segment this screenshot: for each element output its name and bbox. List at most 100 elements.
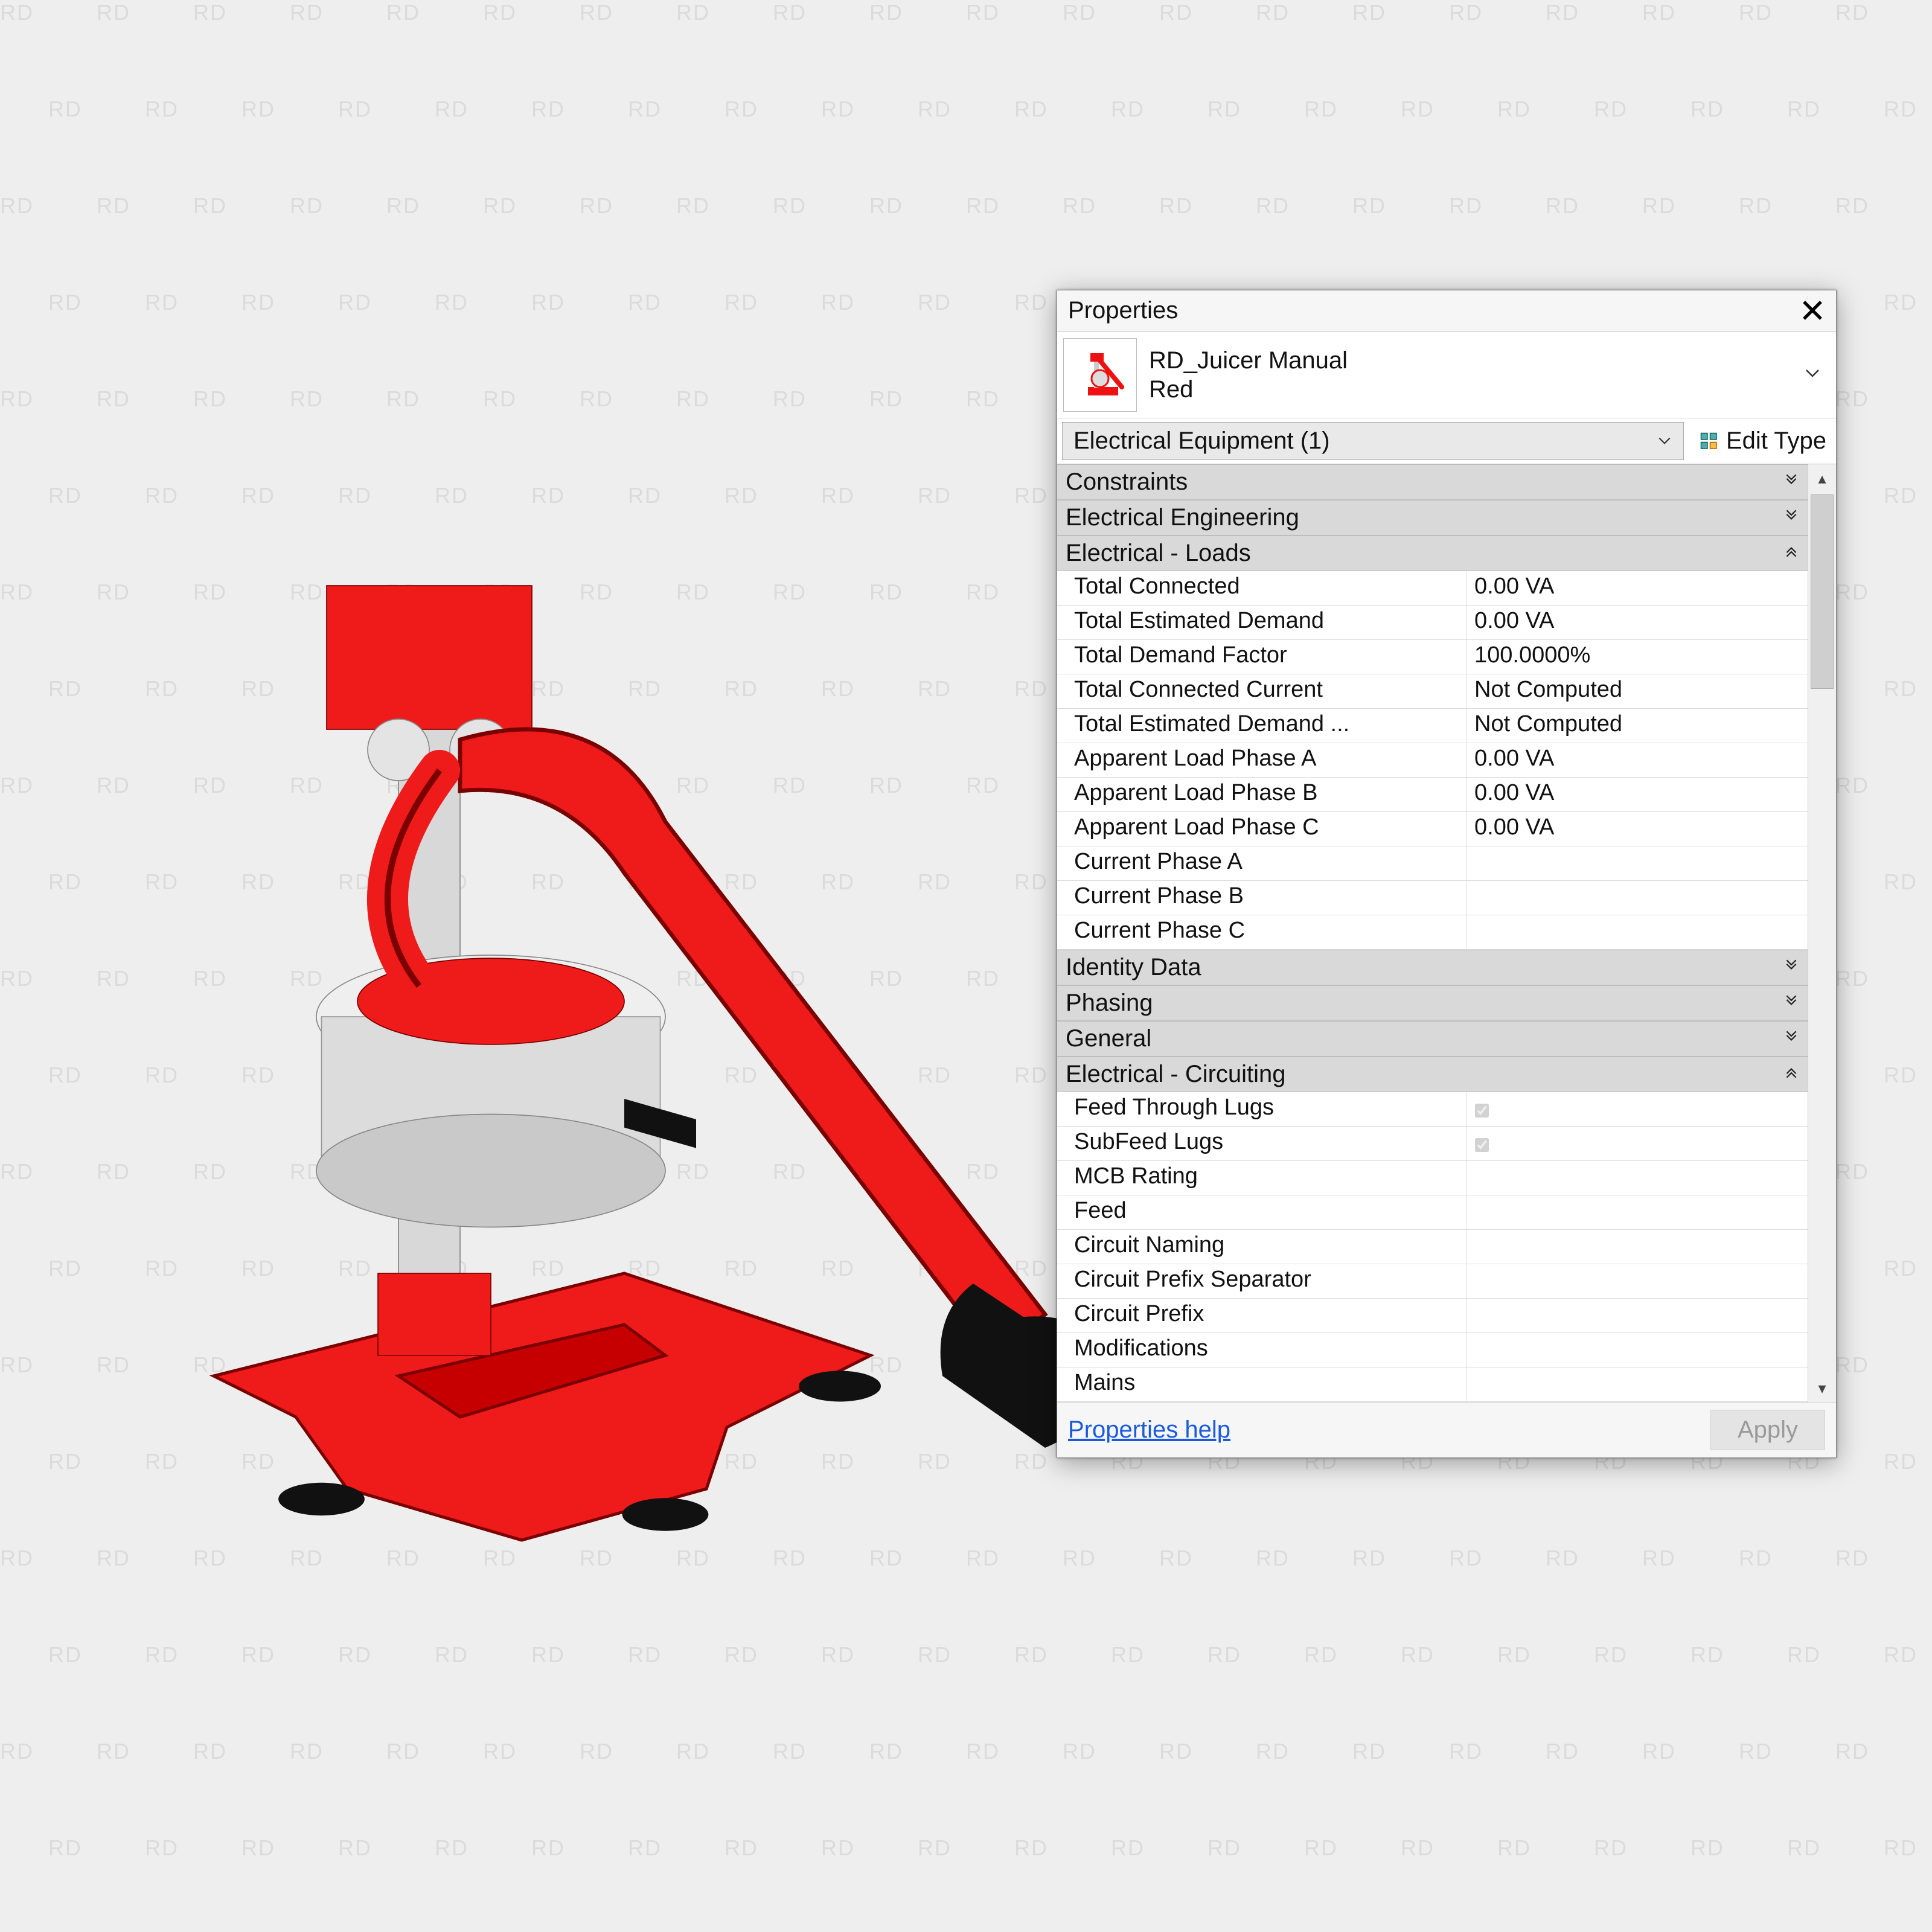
family-thumbnail: [1063, 338, 1137, 412]
property-value[interactable]: [1467, 1092, 1808, 1126]
property-name: Total Estimated Demand ...: [1057, 709, 1467, 743]
properties-panel: Properties RD_Juicer Manual Red Electric…: [1057, 290, 1837, 1458]
property-row[interactable]: SubFeed Lugs: [1057, 1127, 1808, 1161]
category-header[interactable]: Identity Data: [1057, 950, 1808, 985]
category-header[interactable]: Electrical - Loads: [1057, 536, 1808, 571]
property-row[interactable]: Total Estimated Demand0.00 VA: [1057, 606, 1808, 640]
expand-icon[interactable]: [1774, 958, 1808, 978]
scrollbar-vertical[interactable]: ▴ ▾: [1808, 464, 1836, 1402]
property-value[interactable]: [1467, 1367, 1808, 1401]
property-row[interactable]: Apparent Load Phase A0.00 VA: [1057, 743, 1808, 778]
property-value[interactable]: [1467, 846, 1808, 880]
property-name: SubFeed Lugs: [1057, 1127, 1467, 1160]
collapse-icon[interactable]: [1774, 1064, 1808, 1085]
category-header[interactable]: Electrical - Circuiting: [1057, 1057, 1808, 1092]
property-name: Mains: [1057, 1367, 1467, 1401]
family-type-label: RD_Juicer Manual Red: [1149, 346, 1799, 404]
property-value[interactable]: [1467, 1127, 1808, 1160]
expand-icon[interactable]: [1774, 472, 1808, 493]
property-value[interactable]: [1467, 1230, 1808, 1264]
close-icon[interactable]: [1797, 295, 1828, 325]
property-name: Apparent Load Phase C: [1057, 812, 1467, 846]
checkbox-input[interactable]: [1475, 1138, 1489, 1152]
category-header[interactable]: Constraints: [1057, 464, 1808, 500]
panel-titlebar[interactable]: Properties: [1057, 290, 1836, 331]
property-name: Feed: [1057, 1195, 1467, 1229]
property-name: Feed Through Lugs: [1057, 1092, 1467, 1126]
property-value[interactable]: 0.00 VA: [1467, 743, 1808, 777]
expand-icon[interactable]: [1774, 993, 1808, 1014]
property-row[interactable]: Modifications: [1057, 1333, 1808, 1367]
property-row[interactable]: Current Phase C: [1057, 915, 1808, 950]
property-row[interactable]: Current Phase A: [1057, 846, 1808, 881]
property-row[interactable]: Circuit Naming: [1057, 1230, 1808, 1264]
property-value[interactable]: [1467, 881, 1808, 915]
property-value[interactable]: 0.00 VA: [1467, 571, 1808, 605]
selection-filter-dropdown[interactable]: Electrical Equipment (1): [1062, 422, 1684, 460]
category-header[interactable]: Electrical Engineering: [1057, 500, 1808, 536]
property-name: Circuit Prefix Separator: [1057, 1264, 1467, 1298]
property-value[interactable]: Not Computed: [1467, 674, 1808, 708]
property-row[interactable]: Apparent Load Phase C0.00 VA: [1057, 812, 1808, 846]
property-row[interactable]: Total Estimated Demand ...Not Computed: [1057, 709, 1808, 743]
scroll-down-icon[interactable]: ▾: [1808, 1374, 1836, 1402]
property-row[interactable]: Apparent Load Phase B0.00 VA: [1057, 778, 1808, 812]
edit-type-button[interactable]: Edit Type: [1689, 418, 1836, 464]
checkbox-input[interactable]: [1475, 1104, 1489, 1118]
property-value[interactable]: 0.00 VA: [1467, 778, 1808, 811]
property-row[interactable]: Circuit Prefix: [1057, 1299, 1808, 1333]
property-name: Total Demand Factor: [1057, 640, 1467, 674]
expand-icon[interactable]: [1774, 508, 1808, 528]
category-label: Identity Data: [1057, 950, 1774, 985]
property-value[interactable]: Not Computed: [1467, 709, 1808, 743]
collapse-icon[interactable]: [1774, 543, 1808, 564]
chevron-down-icon[interactable]: [1799, 362, 1826, 388]
property-name: Apparent Load Phase A: [1057, 743, 1467, 777]
property-name: Current Phase A: [1057, 846, 1467, 880]
type-selector[interactable]: RD_Juicer Manual Red: [1057, 331, 1836, 418]
edit-type-icon: [1698, 430, 1720, 452]
category-label: Constraints: [1057, 465, 1774, 499]
property-grid: ConstraintsElectrical EngineeringElectri…: [1057, 464, 1836, 1402]
selection-filter-label: Electrical Equipment (1): [1073, 427, 1330, 455]
property-value[interactable]: [1467, 1299, 1808, 1332]
category-label: Electrical Engineering: [1057, 501, 1774, 535]
scroll-up-icon[interactable]: ▴: [1808, 464, 1836, 492]
category-label: Electrical - Loads: [1057, 536, 1774, 571]
model-juicer: [91, 423, 1117, 1570]
property-value[interactable]: [1467, 1161, 1808, 1195]
apply-button[interactable]: Apply: [1710, 1410, 1825, 1450]
property-value[interactable]: [1467, 1333, 1808, 1367]
property-value[interactable]: [1467, 1195, 1808, 1229]
property-row[interactable]: Circuit Prefix Separator: [1057, 1264, 1808, 1299]
property-row[interactable]: Feed Through Lugs: [1057, 1092, 1808, 1127]
property-row[interactable]: MCB Rating: [1057, 1161, 1808, 1195]
property-name: Circuit Naming: [1057, 1230, 1467, 1264]
expand-icon[interactable]: [1774, 1029, 1808, 1049]
category-header[interactable]: General: [1057, 1021, 1808, 1057]
property-name: Total Estimated Demand: [1057, 606, 1467, 639]
panel-title: Properties: [1068, 297, 1797, 324]
property-row[interactable]: Current Phase B: [1057, 881, 1808, 915]
property-value[interactable]: 100.0000%: [1467, 640, 1808, 674]
scrollbar-thumb[interactable]: [1811, 494, 1834, 689]
category-label: General: [1057, 1022, 1774, 1056]
chevron-down-icon: [1657, 427, 1672, 455]
property-row[interactable]: Total Demand Factor100.0000%: [1057, 640, 1808, 674]
property-name: Current Phase C: [1057, 915, 1467, 949]
property-name: Total Connected Current: [1057, 674, 1467, 708]
property-value[interactable]: 0.00 VA: [1467, 812, 1808, 846]
property-name: Current Phase B: [1057, 881, 1467, 915]
category-header[interactable]: Phasing: [1057, 985, 1808, 1021]
property-value[interactable]: [1467, 1264, 1808, 1298]
property-row[interactable]: Total Connected0.00 VA: [1057, 571, 1808, 606]
property-value[interactable]: 0.00 VA: [1467, 606, 1808, 639]
property-row[interactable]: Mains: [1057, 1367, 1808, 1402]
property-value[interactable]: [1467, 915, 1808, 949]
property-row[interactable]: Total Connected CurrentNot Computed: [1057, 674, 1808, 709]
property-row[interactable]: Feed: [1057, 1195, 1808, 1230]
category-label: Electrical - Circuiting: [1057, 1057, 1774, 1092]
property-name: MCB Rating: [1057, 1161, 1467, 1195]
property-name: Circuit Prefix: [1057, 1299, 1467, 1332]
properties-help-link[interactable]: Properties help: [1068, 1416, 1230, 1444]
